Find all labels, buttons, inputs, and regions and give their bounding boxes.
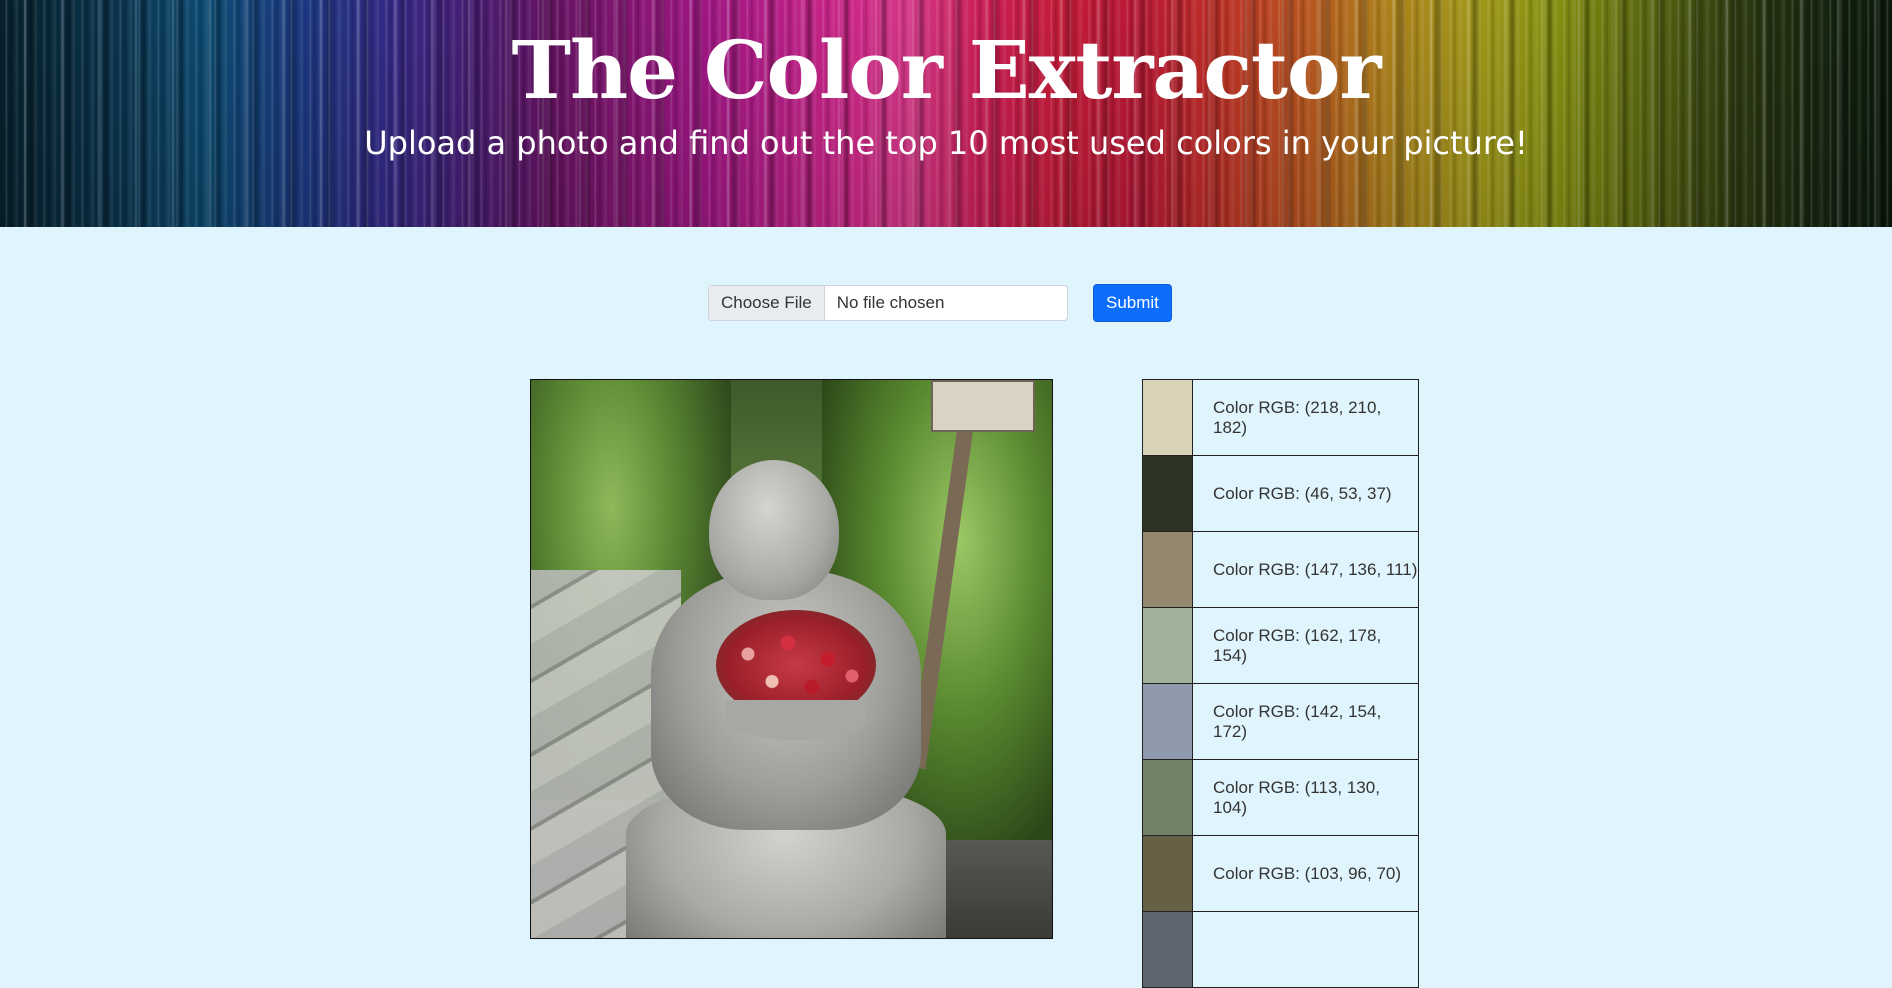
- color-rgb-label: [1193, 912, 1418, 987]
- choose-file-button[interactable]: Choose File: [709, 286, 825, 320]
- color-swatch: [1143, 912, 1193, 987]
- color-swatch: [1143, 608, 1193, 683]
- color-rgb-label: Color RGB: (113, 130, 104): [1213, 777, 1380, 817]
- color-row: Color RGB: (218, 210, 182): [1142, 379, 1419, 456]
- color-swatch: [1143, 380, 1193, 455]
- color-rgb-label: Color RGB: (103, 96, 70): [1213, 863, 1402, 883]
- header-banner: The Color Extractor Upload a photo and f…: [0, 0, 1892, 227]
- color-row: Color RGB: (162, 178, 154): [1142, 607, 1419, 684]
- color-rgb-label: Color RGB: (46, 53, 37): [1213, 483, 1392, 503]
- upload-form: Choose File No file chosen Submit: [708, 284, 1172, 322]
- color-swatch: [1143, 760, 1193, 835]
- file-status: No file chosen: [836, 293, 945, 312]
- color-swatch: [1143, 456, 1193, 531]
- uploaded-photo: [530, 379, 1053, 939]
- color-row: Color RGB: (46, 53, 37): [1142, 455, 1419, 532]
- page-subtitle: Upload a photo and find out the top 10 m…: [364, 124, 1528, 162]
- page-title: The Color Extractor: [511, 23, 1381, 117]
- color-swatch: [1143, 836, 1193, 911]
- color-rgb-label: Color RGB: (162, 178, 154): [1213, 625, 1382, 665]
- photo-statue-head: [709, 460, 839, 600]
- color-row: Color RGB: (103, 96, 70): [1142, 835, 1419, 912]
- color-row: Color RGB: (142, 154, 172): [1142, 683, 1419, 760]
- color-palette: Color RGB: (218, 210, 182) Color RGB: (46…: [1142, 379, 1419, 988]
- submit-button[interactable]: Submit: [1093, 284, 1172, 322]
- color-row: Color RGB: (147, 136, 111): [1142, 531, 1419, 608]
- photo-sign: [931, 380, 1035, 432]
- color-rgb-label: Color RGB: (218, 210, 182): [1213, 397, 1382, 437]
- color-row: [1142, 911, 1419, 988]
- color-swatch: [1143, 532, 1193, 607]
- color-row: Color RGB: (113, 130, 104): [1142, 759, 1419, 836]
- photo-bowl: [726, 700, 866, 740]
- color-swatch: [1143, 684, 1193, 759]
- color-rgb-label: Color RGB: (147, 136, 111): [1213, 559, 1418, 579]
- color-rgb-label: Color RGB: (142, 154, 172): [1213, 701, 1382, 741]
- file-input[interactable]: Choose File No file chosen: [708, 285, 1068, 321]
